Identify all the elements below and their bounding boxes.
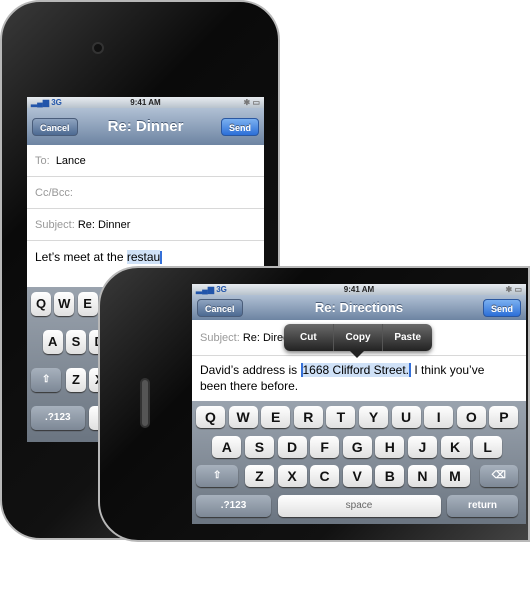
- body-text: Let’s meet at the: [35, 250, 127, 264]
- cc-label: Cc/Bcc:: [35, 187, 73, 199]
- send-button[interactable]: Send: [482, 298, 521, 317]
- key-q[interactable]: Q: [31, 292, 51, 316]
- key-a[interactable]: A: [212, 435, 242, 458]
- cut-button[interactable]: Cut: [284, 324, 334, 351]
- nav-title: Re: Directions: [314, 300, 404, 315]
- shift-key[interactable]: ⇧: [31, 368, 62, 392]
- iphone-landscape: ▂▄▆ 3G 9:41 AM ✱ ▭ Cancel Re: Directions…: [98, 266, 530, 542]
- cancel-button[interactable]: Cancel: [197, 298, 243, 317]
- numbers-key[interactable]: .?123: [31, 406, 85, 430]
- clock: 9:41 AM: [343, 285, 375, 294]
- key-w[interactable]: W: [54, 292, 75, 316]
- paste-button[interactable]: Paste: [383, 324, 432, 351]
- return-key[interactable]: return: [447, 494, 518, 517]
- carrier: 3G: [51, 98, 62, 107]
- key-e[interactable]: E: [261, 406, 291, 428]
- subject-label: Subject:: [35, 219, 75, 231]
- status-bar: ▂▄▆ 3G 9:41 AM ✱ ▭: [192, 284, 526, 295]
- to-label: To:: [35, 155, 50, 167]
- key-b[interactable]: B: [375, 465, 405, 487]
- key-h[interactable]: H: [375, 435, 405, 458]
- carrier: 3G: [216, 285, 227, 294]
- key-r[interactable]: R: [293, 406, 323, 428]
- key-q[interactable]: Q: [196, 406, 225, 428]
- selected-text[interactable]: 1668 Clifford Street.: [300, 363, 412, 377]
- signal-icon: ▂▄▆ 3G: [196, 285, 227, 294]
- key-g[interactable]: G: [342, 435, 372, 458]
- key-s[interactable]: S: [244, 435, 274, 458]
- to-field[interactable]: To: Lance: [27, 145, 264, 177]
- key-k[interactable]: K: [440, 435, 470, 458]
- key-s[interactable]: S: [65, 330, 86, 354]
- key-e[interactable]: E: [77, 292, 98, 316]
- text-cursor: [160, 251, 163, 265]
- status-bar: ▂▄▆ 3G 9:41 AM ✱ ▭: [27, 97, 264, 108]
- signal-icon: ▂▄▆ 3G: [31, 98, 62, 107]
- bluetooth-icon: ✱ ▭: [505, 285, 522, 294]
- key-m[interactable]: M: [440, 465, 470, 487]
- key-n[interactable]: N: [407, 465, 437, 487]
- key-u[interactable]: U: [391, 406, 421, 428]
- shift-key[interactable]: ⇧: [196, 465, 239, 487]
- nav-title: Re: Dinner: [107, 118, 184, 135]
- key-t[interactable]: T: [326, 406, 356, 428]
- key-w[interactable]: W: [228, 406, 258, 428]
- copy-button[interactable]: Copy: [334, 324, 384, 351]
- subject-label: Subject:: [200, 332, 240, 344]
- key-o[interactable]: O: [456, 406, 486, 428]
- key-l[interactable]: L: [473, 435, 503, 458]
- key-x[interactable]: X: [277, 465, 307, 487]
- front-camera: [92, 42, 104, 54]
- battery-icon: ✱ ▭: [243, 98, 260, 107]
- key-p[interactable]: P: [489, 406, 519, 428]
- nav-bar: Cancel Re: Dinner Send: [27, 108, 264, 145]
- to-value: Lance: [55, 155, 86, 167]
- key-c[interactable]: C: [310, 465, 340, 487]
- send-button[interactable]: Send: [220, 117, 259, 136]
- nav-bar: Cancel Re: Directions Send: [192, 295, 526, 320]
- subject-value: Re: Dinner: [77, 219, 131, 231]
- clock: 9:41 AM: [130, 98, 161, 107]
- key-j[interactable]: J: [407, 435, 437, 458]
- cancel-button[interactable]: Cancel: [32, 117, 78, 136]
- numbers-key[interactable]: .?123: [196, 494, 271, 517]
- key-z[interactable]: Z: [65, 368, 86, 392]
- space-key[interactable]: space: [277, 494, 441, 517]
- key-a[interactable]: A: [42, 330, 63, 354]
- key-z[interactable]: Z: [244, 465, 274, 487]
- key-y[interactable]: Y: [359, 406, 388, 428]
- subject-field[interactable]: Subject: Re: Dinner: [27, 209, 264, 241]
- keyboard: QWERTYUIOP ASDFGHJKL ⇧ZXCVBNM ⌫ .?123 spacere…: [192, 401, 526, 524]
- mail-compose-screen-landscape: ▂▄▆ 3G 9:41 AM ✱ ▭ Cancel Re: Directions…: [192, 284, 526, 524]
- key-d[interactable]: D: [277, 435, 307, 458]
- home-button[interactable]: [140, 378, 150, 428]
- key-f[interactable]: F: [310, 435, 340, 458]
- key-v[interactable]: V: [342, 465, 372, 487]
- delete-key[interactable]: ⌫: [479, 465, 518, 487]
- edit-menu: Cut Copy Paste: [284, 324, 432, 358]
- cc-field[interactable]: Cc/Bcc:: [27, 177, 264, 209]
- autocorrect-word: restau: [126, 250, 161, 264]
- key-i[interactable]: I: [424, 406, 454, 428]
- body-text: David’s address is: [200, 363, 301, 377]
- message-body[interactable]: David’s address is 1668 Clifford Street.…: [192, 356, 518, 400]
